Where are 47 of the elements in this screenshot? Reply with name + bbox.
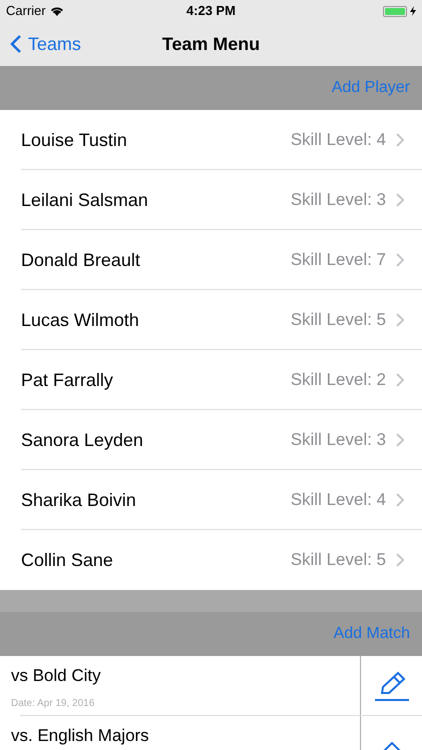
player-name: Collin Sane — [21, 548, 114, 572]
battery-icon — [383, 6, 407, 16]
nav-title: Team Menu — [162, 32, 260, 56]
wifi-icon — [50, 6, 64, 16]
back-chevron-icon — [10, 34, 22, 54]
caret-up-icon[interactable] — [382, 741, 402, 750]
match-date: Date: Apr 19, 2016 — [11, 697, 96, 711]
back-button[interactable]: Teams — [10, 30, 82, 58]
player-name: Sharika Boivin — [21, 488, 136, 512]
pencil-icon[interactable] — [374, 671, 410, 701]
player-name: Sanora Leyden — [21, 428, 144, 452]
match-row[interactable]: vs. English Majors — [0, 716, 360, 750]
player-name: Lucas Wilmoth — [21, 308, 140, 332]
skill-level: Skill Level: 5 — [290, 549, 386, 572]
chevron-icon — [396, 493, 404, 507]
player-row[interactable]: Leilani Salsman Skill Level: 3 — [0, 170, 422, 230]
chevron-icon — [396, 433, 404, 447]
player-row[interactable]: Lucas Wilmoth Skill Level: 5 — [0, 290, 422, 350]
player-name: Pat Farrally — [21, 368, 114, 392]
skill-level: Skill Level: 7 — [290, 249, 386, 272]
chevron-icon — [396, 133, 404, 147]
chevron-icon — [396, 253, 404, 267]
player-name: Leilani Salsman — [21, 188, 148, 212]
charging-icon — [410, 6, 416, 16]
match-row[interactable]: vs Bold City Date: Apr 19, 2016 — [0, 656, 360, 716]
status-time: 4:23 PM — [186, 2, 236, 20]
chevron-icon — [396, 193, 404, 207]
player-row[interactable]: Pat Farrally Skill Level: 2 — [0, 350, 422, 410]
player-name: Donald Breault — [21, 248, 140, 272]
player-row[interactable]: Louise Tustin Skill Level: 4 — [0, 110, 422, 170]
player-row[interactable]: Sharika Boivin Skill Level: 4 — [0, 470, 422, 530]
skill-level: Skill Level: 4 — [290, 129, 386, 152]
skill-level: Skill Level: 3 — [290, 429, 386, 452]
skill-level: Skill Level: 5 — [290, 309, 386, 332]
player-row[interactable]: Collin Sane Skill Level: 5 — [0, 530, 422, 590]
skill-level: Skill Level: 2 — [290, 369, 386, 392]
player-name: Louise Tustin — [21, 128, 128, 152]
skill-level: Skill Level: 4 — [290, 489, 386, 512]
chevron-icon — [396, 373, 404, 387]
match-title: vs. English Majors — [11, 726, 150, 746]
player-row[interactable]: Sanora Leyden Skill Level: 3 — [0, 410, 422, 470]
player-row[interactable]: Donald Breault Skill Level: 7 — [0, 230, 422, 290]
chevron-icon — [396, 313, 404, 327]
skill-level: Skill Level: 3 — [290, 189, 386, 212]
chevron-icon — [396, 553, 404, 567]
match-title: vs Bold City — [11, 666, 102, 686]
carrier-label: Carrier — [6, 2, 46, 20]
